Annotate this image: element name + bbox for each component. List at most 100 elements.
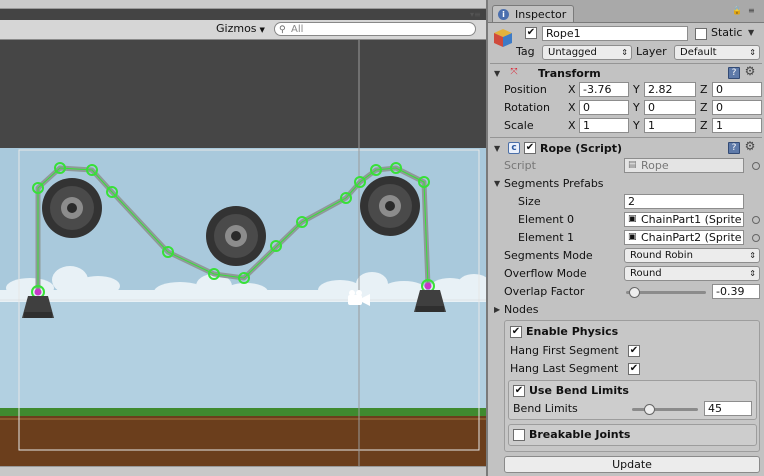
gear-left	[42, 178, 102, 238]
scene-canvas[interactable]	[0, 40, 486, 476]
breakable-joints-label: Breakable Joints	[529, 428, 631, 441]
overlap-factor-field[interactable]: -0.39	[712, 284, 760, 299]
overlap-factor-slider-thumb[interactable]	[629, 287, 640, 298]
search-icon: ⚲	[279, 25, 286, 35]
rope-foldout-icon[interactable]: ▼	[494, 144, 500, 153]
tab-inspector-label: Inspector	[515, 8, 567, 21]
nodes-foldout-icon[interactable]: ▶	[494, 305, 500, 314]
segments-mode-dropdown[interactable]: Round Robin ⇕	[624, 248, 760, 263]
scale-x-field[interactable]: 1	[579, 118, 629, 133]
position-x-axis: X	[568, 83, 576, 96]
rotation-x-field[interactable]: 0	[579, 100, 629, 115]
script-file-icon: ▤	[628, 160, 637, 170]
rotation-z-axis: Z	[700, 101, 708, 114]
scale-label: Scale	[504, 119, 534, 132]
scale-y-field[interactable]: 1	[644, 118, 696, 133]
static-label: Static	[711, 26, 743, 39]
position-z-axis: Z	[700, 83, 708, 96]
hang-last-segment-checkbox[interactable]: ✔	[628, 363, 640, 375]
layer-dropdown[interactable]: Default ⇕	[674, 45, 760, 60]
size-label: Size	[518, 195, 541, 208]
help-book-icon[interactable]: ?	[728, 142, 740, 154]
rope-enabled-checkbox[interactable]: ✔	[524, 142, 536, 154]
bend-limits-field[interactable]: 45	[704, 401, 752, 416]
rotation-z-field[interactable]: 0	[712, 100, 762, 115]
enable-physics-checkbox[interactable]: ✔	[510, 326, 522, 338]
rope-end-node[interactable]	[424, 282, 432, 290]
bend-limits-label: Bend Limits	[513, 402, 578, 415]
update-button[interactable]: Update	[504, 456, 760, 473]
scene-search-input[interactable]: ⚲ All	[274, 22, 476, 36]
object-picker-icon[interactable]	[752, 234, 760, 242]
tab-inspector[interactable]: i Inspector	[492, 5, 574, 22]
help-book-icon[interactable]: ?	[728, 67, 740, 79]
soil-edge	[0, 418, 486, 420]
chevron-updown-icon: ⇕	[749, 251, 756, 260]
element-0-label: Element 0	[518, 213, 575, 226]
inspector-tab-bar: i Inspector 🔒 ≡	[488, 0, 764, 23]
chevron-down-icon: ▼	[259, 26, 265, 34]
active-checkbox[interactable]: ✔	[525, 27, 537, 39]
breakable-joints-checkbox[interactable]	[513, 429, 525, 441]
overflow-mode-value: Round	[630, 268, 662, 279]
gear-middle	[206, 206, 266, 266]
scale-z-field[interactable]: 1	[712, 118, 762, 133]
position-y-field[interactable]: 2.82	[644, 82, 696, 97]
script-value: Rope	[641, 159, 669, 172]
overlap-factor-label: Overlap Factor	[504, 285, 585, 298]
panel-menu-icon[interactable]: ≡	[748, 6, 755, 15]
inspector-panel: i Inspector 🔒 ≡ ✔ Rope1 Static ▼ Tag Unt…	[486, 0, 764, 476]
element-0-field[interactable]: ▣ ChainPart1 (Sprite	[624, 212, 744, 227]
soil-ground	[0, 416, 486, 476]
use-bend-limits-checkbox[interactable]: ✔	[513, 385, 525, 397]
scene-search-placeholder: All	[291, 24, 304, 35]
rotation-x-axis: X	[568, 101, 576, 114]
bend-limits-slider-track[interactable]	[632, 408, 698, 411]
gameobject-cube-icon	[492, 27, 514, 49]
rope-start-node[interactable]	[34, 288, 42, 296]
panel-menu-icon[interactable]: ▾≡	[470, 10, 481, 19]
element-1-value: ChainPart2 (Sprite	[641, 231, 742, 244]
overflow-mode-label: Overflow Mode	[504, 267, 587, 280]
gear-icon[interactable]: ⚙	[744, 65, 756, 78]
element-1-field[interactable]: ▣ ChainPart2 (Sprite	[624, 230, 744, 245]
position-y-axis: Y	[633, 83, 640, 96]
info-icon: i	[498, 9, 509, 20]
overflow-mode-dropdown[interactable]: Round ⇕	[624, 266, 760, 281]
rope-title: Rope (Script)	[540, 142, 623, 155]
tag-dropdown[interactable]: Untagged ⇕	[542, 45, 632, 60]
size-field[interactable]: 2	[624, 194, 744, 209]
static-dropdown-icon[interactable]: ▼	[748, 28, 754, 37]
gear-right	[360, 176, 420, 236]
position-x-field[interactable]: -3.76	[579, 82, 629, 97]
hang-first-segment-checkbox[interactable]: ✔	[628, 345, 640, 357]
rotation-label: Rotation	[504, 101, 551, 114]
segments-prefabs-foldout-icon[interactable]: ▼	[494, 179, 500, 188]
script-icon: c	[508, 142, 520, 154]
gizmos-dropdown[interactable]: Gizmos ▼	[212, 21, 269, 37]
lock-icon[interactable]: 🔒	[732, 6, 742, 15]
transform-foldout-icon[interactable]: ▼	[494, 69, 500, 78]
chevron-updown-icon: ⇕	[621, 48, 628, 57]
scale-y-axis: Y	[633, 119, 640, 132]
gizmos-label: Gizmos	[216, 22, 257, 35]
bend-limits-slider-thumb[interactable]	[643, 404, 655, 415]
layer-label: Layer	[636, 45, 667, 58]
element-1-label: Element 1	[518, 231, 575, 244]
tag-label: Tag	[516, 45, 535, 58]
object-picker-icon[interactable]	[752, 162, 760, 170]
gear-icon[interactable]: ⚙	[744, 140, 756, 153]
object-name-field[interactable]: Rope1	[542, 26, 688, 41]
rotation-y-axis: Y	[633, 101, 640, 114]
nodes-label: Nodes	[504, 303, 539, 316]
scene-toolbar: Gizmos ▼ ⚲ All	[0, 20, 486, 40]
scene-tab-strip	[0, 0, 486, 9]
script-field: ▤ Rope	[624, 158, 744, 173]
grass-strip	[0, 408, 486, 416]
segments-mode-value: Round Robin	[630, 250, 693, 261]
position-z-field[interactable]: 0	[712, 82, 762, 97]
scene-view[interactable]: Gizmos ▼ ⚲ All ▾≡	[0, 0, 486, 476]
static-checkbox[interactable]	[695, 28, 707, 40]
rotation-y-field[interactable]: 0	[644, 100, 696, 115]
object-picker-icon[interactable]	[752, 216, 760, 224]
